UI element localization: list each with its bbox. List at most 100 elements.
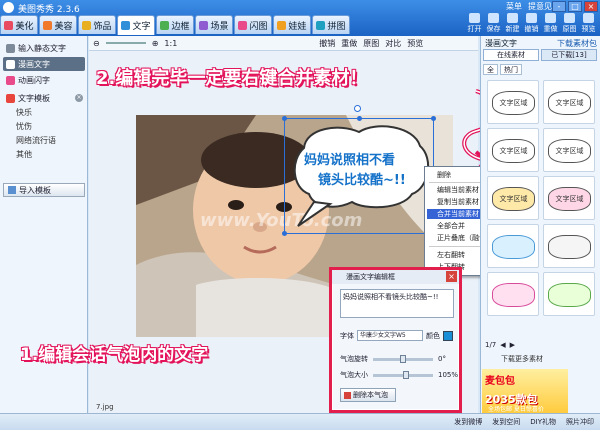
canvas-undo-button[interactable]: 撤销 xyxy=(319,38,335,49)
tab-label: 场景 xyxy=(210,21,229,32)
material-tile[interactable] xyxy=(487,272,539,316)
template-category-sad[interactable]: 忧伤 xyxy=(16,121,32,132)
zoom-out-icon[interactable]: ⊖ xyxy=(93,39,100,48)
tab-online-materials[interactable]: 在线素材 xyxy=(483,49,539,61)
zoom-slider[interactable] xyxy=(105,42,146,44)
undo-button[interactable]: 撤销 xyxy=(522,13,541,35)
font-select[interactable]: 华康少女文字W5 xyxy=(357,330,423,341)
download-pack-link[interactable]: 下载素材包 xyxy=(557,38,597,49)
right-panel: 漫画文字 下载素材包 在线素材 已下载[13] 全 热门 文字区域 文字区域 文… xyxy=(480,36,600,413)
resize-handle[interactable] xyxy=(357,116,362,121)
photo-print-button[interactable]: 照片冲印 xyxy=(566,417,594,427)
sidebar-item-text-template[interactable]: 文字模板 × xyxy=(3,91,85,105)
template-category-internet[interactable]: 网络流行语 xyxy=(16,135,56,146)
tab-accessories[interactable]: 饰品 xyxy=(78,15,116,34)
collapse-icon[interactable]: × xyxy=(75,94,83,102)
actual-size-button[interactable]: 1:1 xyxy=(164,39,177,48)
template-category-happy[interactable]: 快乐 xyxy=(16,107,32,118)
preview-button[interactable]: 预览 xyxy=(579,13,598,35)
material-tile[interactable]: 文字区域 xyxy=(543,176,595,220)
doll-icon xyxy=(277,20,287,30)
material-tile[interactable]: 文字区域 xyxy=(487,80,539,124)
sidebar-item-label: 输入静态文字 xyxy=(18,43,66,53)
next-page-icon[interactable]: ▶ xyxy=(510,341,515,349)
tab-border[interactable]: 边框 xyxy=(156,15,194,34)
dialog-close-button[interactable]: × xyxy=(446,271,457,282)
tab-text[interactable]: 文字 xyxy=(117,15,155,35)
material-tile[interactable]: 文字区域 xyxy=(543,80,595,124)
size-slider-knob[interactable] xyxy=(403,370,409,379)
app-title: 美图秀秀 2.3.6 xyxy=(18,5,80,15)
tab-makeup[interactable]: 美容 xyxy=(39,15,77,34)
material-tile[interactable] xyxy=(543,272,595,316)
sidebar-item-static-text[interactable]: 输入静态文字 xyxy=(3,41,85,55)
filter-hot[interactable]: 热门 xyxy=(500,64,522,75)
toolbar-label: 撤销 xyxy=(524,25,539,33)
size-slider[interactable] xyxy=(373,370,433,379)
save-button[interactable]: 保存 xyxy=(484,13,503,35)
minimize-button[interactable]: - xyxy=(552,1,566,12)
sidebar-item-flash-text[interactable]: 动画闪字 xyxy=(3,73,85,87)
window-controls: - □ × xyxy=(552,1,598,12)
resize-handle[interactable] xyxy=(282,116,287,121)
tab-collage[interactable]: 拼图 xyxy=(312,15,350,34)
filter-all[interactable]: 全 xyxy=(483,64,498,75)
sidebar-item-comic-text[interactable]: 漫画文字 xyxy=(3,57,85,71)
tab-flash[interactable]: 闪图 xyxy=(234,15,272,34)
template-category-other[interactable]: 其他 xyxy=(16,149,32,160)
tab-downloaded-materials[interactable]: 已下载[13] xyxy=(541,49,597,61)
color-swatch[interactable] xyxy=(443,330,453,341)
material-tile-label: 文字区域 xyxy=(548,139,591,163)
maximize-button[interactable]: □ xyxy=(568,1,582,12)
canvas-original-button[interactable]: 原图 xyxy=(363,38,379,49)
tab-doll[interactable]: 娃娃 xyxy=(273,15,311,34)
toolbar-label: 打开 xyxy=(467,25,482,33)
feedback-button[interactable]: 提意见 xyxy=(528,1,552,12)
delete-bubble-button[interactable]: 删除本气泡 xyxy=(340,388,396,402)
close-button[interactable]: × xyxy=(584,1,598,12)
material-tile[interactable]: 文字区域 xyxy=(543,128,595,172)
ad-banner[interactable]: 麦包包 2035款包 全场包邮 夏日惊喜价 xyxy=(482,369,568,413)
menu-labels: 菜单 提意见 xyxy=(506,1,552,12)
tab-scene[interactable]: 场景 xyxy=(195,15,233,34)
rotate-handle[interactable] xyxy=(354,105,361,112)
share-weibo-button[interactable]: 发到微博 xyxy=(454,417,482,427)
rotate-slider-knob[interactable] xyxy=(400,354,406,363)
zoom-in-icon[interactable]: ⊕ xyxy=(152,39,159,48)
resize-handle[interactable] xyxy=(431,116,436,121)
open-button[interactable]: 打开 xyxy=(465,13,484,35)
tab-label: 娃娃 xyxy=(288,21,307,32)
rotate-value: 0° xyxy=(438,355,446,363)
canvas-compare-button[interactable]: 对比 xyxy=(385,38,401,49)
material-tile[interactable] xyxy=(543,224,595,268)
import-template-button[interactable]: 导入模板 xyxy=(3,183,85,197)
prev-page-icon[interactable]: ◀ xyxy=(500,341,505,349)
new-button[interactable]: 新建 xyxy=(503,13,522,35)
rotate-slider[interactable] xyxy=(373,354,433,363)
preview-icon xyxy=(583,13,594,23)
redo-button[interactable]: 重做 xyxy=(541,13,560,35)
material-tile[interactable] xyxy=(487,224,539,268)
resize-handle[interactable] xyxy=(282,231,287,236)
sparkle-icon xyxy=(6,75,15,85)
tab-label: 文字 xyxy=(132,22,151,32)
original-icon xyxy=(564,13,575,23)
material-tile[interactable]: 文字区域 xyxy=(487,128,539,172)
tab-label: 拼图 xyxy=(327,21,346,32)
material-tile[interactable]: 文字区域 xyxy=(487,176,539,220)
flash-icon xyxy=(238,20,248,30)
canvas-redo-button[interactable]: 重做 xyxy=(341,38,357,49)
bubble-text-input[interactable]: 妈妈说照相不看镜头比较酷~!! xyxy=(340,289,454,318)
download-more-link[interactable]: 下载更多素材 xyxy=(501,354,543,364)
bubble-icon xyxy=(6,59,15,69)
redo-icon xyxy=(545,13,556,23)
menu-button[interactable]: 菜单 xyxy=(506,1,522,12)
tab-label: 闪图 xyxy=(249,21,268,32)
original-button[interactable]: 原图 xyxy=(560,13,579,35)
folder-icon xyxy=(469,13,480,23)
diy-gift-button[interactable]: DIY礼物 xyxy=(530,417,556,427)
tab-beautify[interactable]: 美化 xyxy=(0,15,38,34)
canvas-preview-button[interactable]: 预览 xyxy=(407,38,423,49)
share-qzone-button[interactable]: 发到空间 xyxy=(492,417,520,427)
ad-subline: 全场包邮 夏日惊喜价 xyxy=(488,406,544,413)
